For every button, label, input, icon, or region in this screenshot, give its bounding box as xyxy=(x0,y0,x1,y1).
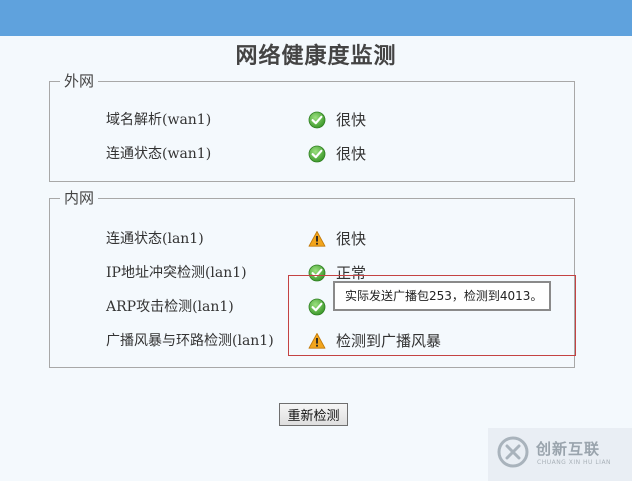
warning-icon xyxy=(308,231,326,247)
row-status: 很快 xyxy=(336,230,367,248)
top-bar xyxy=(0,0,632,36)
watermark-subtext: CHUANG XIN HU LIAN xyxy=(537,459,612,466)
wan-legend: 外网 xyxy=(60,72,99,90)
row-label: 域名解析(wan1) xyxy=(106,112,212,128)
row-label: 连通状态(wan1) xyxy=(106,146,212,162)
check-icon xyxy=(308,111,326,129)
lan-legend: 内网 xyxy=(60,189,99,207)
wan-group: 外网 域名解析(wan1) 很快 连通状态(wan1) 很快 xyxy=(49,72,575,182)
row-label: IP地址冲突检测(lan1) xyxy=(106,265,247,281)
wan-connectivity-row: 连通状态(wan1) 很快 xyxy=(106,143,566,165)
broadcast-tooltip: 实际发送广播包253，检测到4013。 xyxy=(333,281,551,311)
watermark-text: 创新互联 xyxy=(536,440,601,458)
watermark: 创新互联 CHUANG XIN HU LIAN xyxy=(488,428,632,481)
recheck-button[interactable]: 重新检测 xyxy=(279,403,348,426)
row-label: ARP攻击检测(lan1) xyxy=(106,299,234,315)
wan-dns-row: 域名解析(wan1) 很快 xyxy=(106,109,566,131)
check-icon xyxy=(308,145,326,163)
row-label: 广播风暴与环路检测(lan1) xyxy=(106,333,274,349)
row-status: 很快 xyxy=(336,111,367,129)
page-title: 网络健康度监测 xyxy=(235,43,397,69)
lan-connectivity-row: 连通状态(lan1) 很快 xyxy=(106,228,566,250)
row-label: 连通状态(lan1) xyxy=(106,231,204,247)
brand-logo-icon xyxy=(497,436,529,468)
row-status: 很快 xyxy=(336,145,367,163)
